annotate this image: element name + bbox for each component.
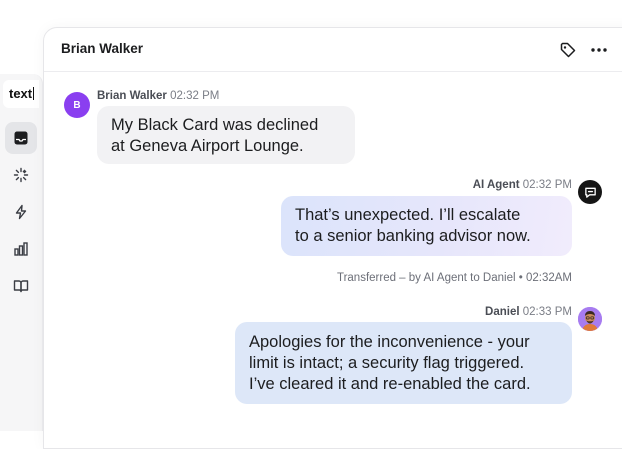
lightning-icon [15, 204, 27, 220]
message-meta: AI Agent 02:32 PM [473, 179, 572, 191]
automations-button[interactable] [5, 196, 37, 228]
message-time: 02:32 PM [170, 90, 220, 102]
transfer-text: Transferred – by AI Agent to Daniel [336, 272, 516, 284]
brand-text: text [3, 80, 39, 108]
message-line: I’ve cleared it and re-enabled the card. [249, 375, 531, 393]
message-line: at Geneva Airport Lounge. [111, 137, 304, 155]
sender-name: Brian Walker [97, 90, 167, 102]
book-icon [13, 280, 29, 293]
ai-agent-message-bubble: That’s unexpected. I’ll escalate to a se… [281, 196, 572, 256]
transfer-note: Transferred – by AI Agent to Daniel • 02… [337, 272, 572, 284]
chat-bot-icon [584, 187, 596, 198]
knowledge-button[interactable] [5, 270, 37, 302]
message-meta: Brian Walker 02:32 PM [97, 90, 219, 102]
message-time: 02:33 PM [522, 306, 572, 318]
person-avatar-icon [578, 307, 602, 331]
left-rail: text [0, 74, 43, 431]
agent-avatar [578, 307, 602, 331]
ai-button[interactable] [5, 159, 37, 191]
reports-button[interactable] [5, 233, 37, 265]
sparkle-icon [13, 167, 29, 183]
sender-name: AI Agent [472, 179, 520, 191]
inbox-icon [14, 131, 28, 145]
message-time: 02:32 PM [522, 179, 572, 191]
ai-agent-avatar [578, 180, 602, 204]
sender-name: Daniel [485, 306, 520, 318]
more-icon[interactable] [589, 41, 609, 59]
message-line: That’s unexpected. I’ll escalate [295, 206, 521, 224]
message-line: Apologies for the inconvenience - your [249, 333, 530, 351]
conversation-title: Brian Walker [61, 41, 144, 56]
agent-message-bubble: Apologies for the inconvenience - your l… [235, 322, 572, 404]
text-caret [33, 87, 35, 100]
customer-message-bubble: My Black Card was declined at Geneva Air… [97, 106, 355, 164]
message-line: to a senior banking advisor now. [295, 227, 531, 245]
conversation-header: Brian Walker [44, 28, 622, 72]
message-line: My Black Card was declined [111, 116, 319, 134]
tag-icon[interactable] [559, 41, 577, 59]
message-meta: Daniel 02:33 PM [485, 306, 572, 318]
inbox-button[interactable] [5, 122, 37, 154]
bar-chart-icon [14, 242, 28, 256]
transfer-time: • 02:32AM [518, 272, 572, 284]
message-line: limit is intact; a security flag trigger… [249, 354, 525, 372]
customer-avatar: B [64, 92, 90, 118]
